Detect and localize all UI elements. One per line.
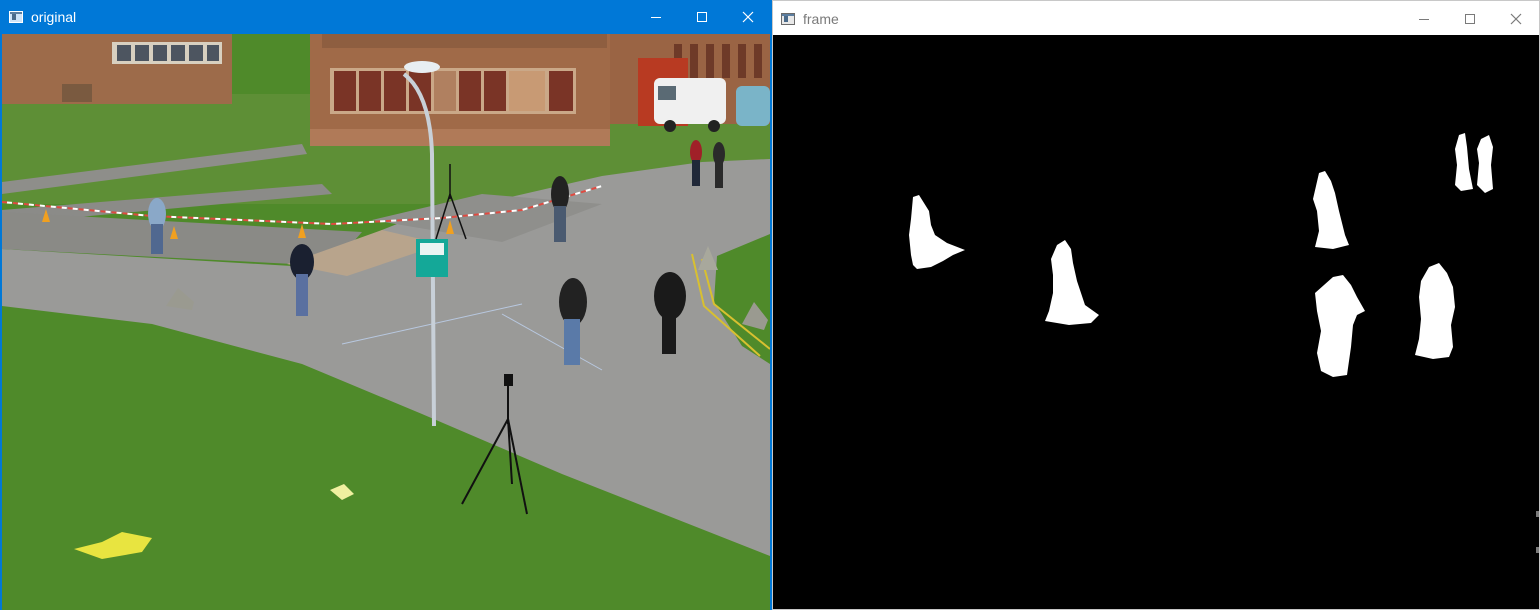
foreground-mask-image xyxy=(773,35,1539,609)
app-window-icon xyxy=(781,13,795,25)
mask-blob xyxy=(1455,133,1473,191)
mask-blobs xyxy=(909,133,1493,377)
window-title: original xyxy=(31,9,77,25)
frame-window[interactable]: frame xyxy=(772,0,1540,610)
close-button[interactable] xyxy=(725,1,771,33)
mask-blob xyxy=(1315,275,1365,377)
close-icon xyxy=(742,11,754,23)
camera-scene xyxy=(2,34,770,610)
minimize-button[interactable] xyxy=(1401,3,1447,35)
maximize-icon xyxy=(1465,14,1475,24)
resize-handle[interactable] xyxy=(1536,547,1539,553)
window-title: frame xyxy=(803,11,839,27)
minimize-icon xyxy=(651,17,661,18)
white-van xyxy=(654,78,726,124)
maximize-button[interactable] xyxy=(1447,3,1493,35)
close-icon xyxy=(1510,13,1522,25)
camera-frame-image xyxy=(2,34,770,610)
mask-blob xyxy=(909,195,965,269)
maximize-icon xyxy=(697,12,707,22)
app-window-icon xyxy=(9,11,23,23)
minimize-icon xyxy=(1419,19,1429,20)
original-window[interactable]: original xyxy=(0,0,772,610)
mask-blob xyxy=(1477,135,1493,193)
mask-blob xyxy=(1045,240,1099,325)
minimize-button[interactable] xyxy=(633,1,679,33)
maximize-button[interactable] xyxy=(679,1,725,33)
resize-handle[interactable] xyxy=(1536,511,1539,517)
original-titlebar[interactable]: original xyxy=(1,1,771,33)
frame-titlebar[interactable]: frame xyxy=(773,3,1539,35)
mask-blob xyxy=(1415,263,1455,359)
close-button[interactable] xyxy=(1493,3,1539,35)
mask-blob xyxy=(1313,171,1349,249)
blue-car xyxy=(736,86,770,126)
